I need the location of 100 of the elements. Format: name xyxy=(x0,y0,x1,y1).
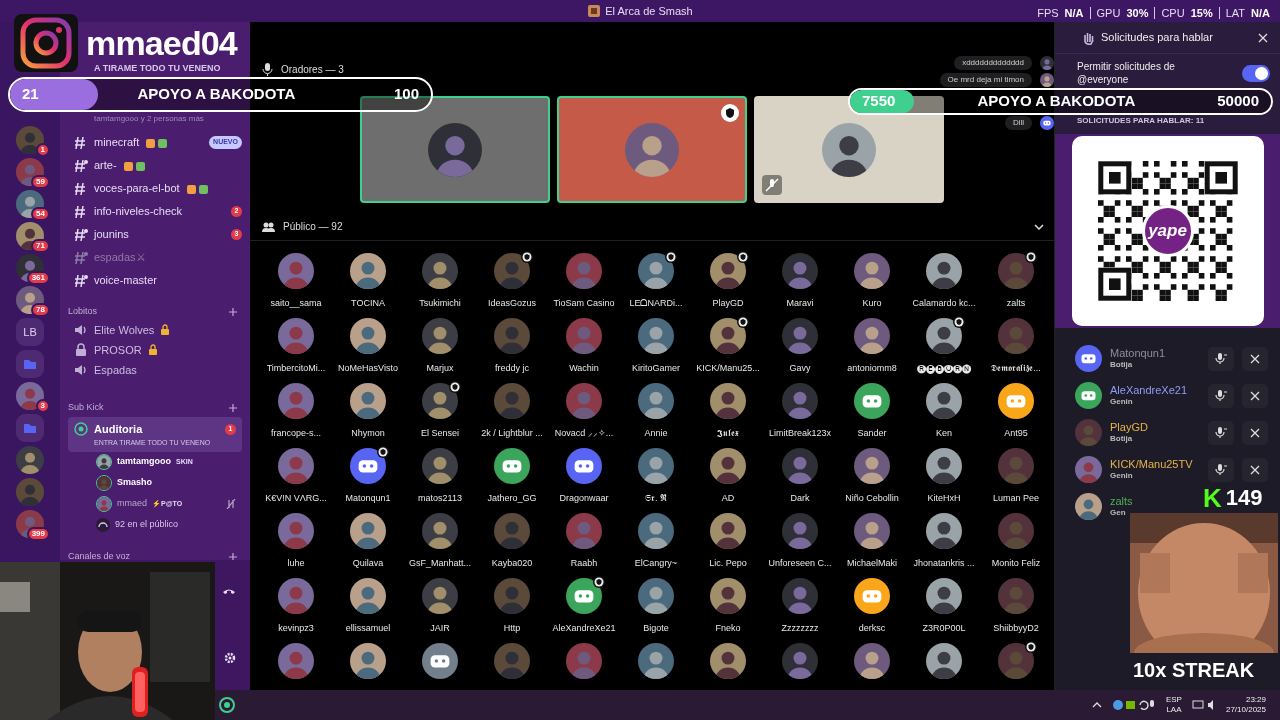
audience-member[interactable]: Fneko xyxy=(692,578,764,636)
audience-member[interactable]: Novacd ⸝⸝✧... xyxy=(548,383,620,441)
audience-member[interactable]: TimbercitoMi... xyxy=(260,318,332,376)
audience-member[interactable]: Monito Feliz xyxy=(980,513,1052,571)
audience-member[interactable]: Z3R0P00L xyxy=(908,578,980,636)
audience-member[interactable]: Wachin xyxy=(548,318,620,376)
channel-item[interactable]: voces-para-el-bot xyxy=(68,178,242,199)
audience-member[interactable]: Http xyxy=(476,578,548,636)
audience-member[interactable]: ellissamuel xyxy=(332,578,404,636)
audience-member[interactable]: Luman Pee xyxy=(980,448,1052,506)
invite-to-speak-button[interactable] xyxy=(1208,420,1234,445)
audience-member[interactable]: Annie xyxy=(620,383,692,441)
app-icon[interactable] xyxy=(219,697,235,713)
clock-time[interactable]: 23:29 xyxy=(1245,695,1266,705)
channel-item[interactable]: PROSOR xyxy=(68,341,242,359)
dismiss-button[interactable] xyxy=(1242,457,1268,482)
add-icon[interactable] xyxy=(228,307,238,317)
audience-member[interactable]: AD xyxy=(692,448,764,506)
audience-member[interactable]: Tsukimichi xyxy=(404,253,476,311)
audience-member[interactable]: 2k / Lightblur ... xyxy=(476,383,548,441)
toggle-switch[interactable] xyxy=(1242,64,1270,82)
audience-member[interactable]: Unforeseen C... xyxy=(764,513,836,571)
audience-member[interactable]: K€V!N VΛRG... xyxy=(260,448,332,506)
audience-member[interactable]: Zzzzzzzz xyxy=(764,578,836,636)
server-icon[interactable] xyxy=(16,446,44,474)
audience-member[interactable]: El Sensei xyxy=(404,383,476,441)
audience-member[interactable]: antoniomm8 xyxy=(836,318,908,376)
dismiss-button[interactable] xyxy=(1242,383,1268,408)
audience-member[interactable]: luhe xyxy=(260,513,332,571)
invite-to-speak-button[interactable] xyxy=(1208,457,1234,482)
audience-member[interactable]: saito__sama xyxy=(260,253,332,311)
audience-member[interactable]: Lic. Pepo xyxy=(692,513,764,571)
add-icon[interactable] xyxy=(228,403,238,413)
channel-item[interactable]: arte- xyxy=(68,155,242,176)
audience-member[interactable]: 𝕾𝖗. 𝕽 xyxy=(620,448,692,506)
audience-member[interactable]: Calamardo kc... xyxy=(908,253,980,311)
audience-member[interactable]: MichaelMaki xyxy=(836,513,908,571)
server-button[interactable]: LB xyxy=(16,318,44,346)
audience-member[interactable]: ElCangry~ xyxy=(620,513,692,571)
audience-member[interactable]: PlayGD xyxy=(692,253,764,311)
audience-member[interactable]: Kuro xyxy=(836,253,908,311)
audience-member[interactable]: Bigote xyxy=(620,578,692,636)
chevron-up-icon[interactable] xyxy=(1091,701,1102,709)
audience-member[interactable]: KiteHxH xyxy=(908,448,980,506)
audience-member[interactable]: LEᗝNARDi... xyxy=(620,253,692,311)
invite-to-speak-button[interactable] xyxy=(1208,383,1234,408)
clock-date[interactable]: 27/10/2025 xyxy=(1225,705,1266,715)
speaker-tile[interactable] xyxy=(557,96,747,203)
channel-item[interactable]: voice-master xyxy=(68,270,242,291)
audience-member[interactable]: NoMeHasVisto xyxy=(332,318,404,376)
request-row[interactable]: Matonqun1 Botija xyxy=(1055,340,1280,377)
close-icon[interactable] xyxy=(1258,32,1268,43)
chevron-down-icon[interactable] xyxy=(1034,223,1044,230)
audience-member[interactable]: GsF_Manhatt... xyxy=(404,513,476,571)
channel-item[interactable]: Espadas xyxy=(68,361,242,379)
settings-icon[interactable] xyxy=(224,652,236,664)
request-row[interactable]: AleXandreXe21 Genin xyxy=(1055,377,1280,414)
keyboard-layout-label[interactable]: LAA xyxy=(1166,705,1182,715)
audience-member[interactable]: ShiibbyyD2 xyxy=(980,578,1052,636)
audience-member[interactable]: Quilava xyxy=(332,513,404,571)
request-row[interactable]: PlayGD Botija xyxy=(1055,414,1280,451)
audience-member[interactable]: Gavy xyxy=(764,318,836,376)
audience-member[interactable]: TOCINA xyxy=(332,253,404,311)
audience-member[interactable]: Maravi xyxy=(764,253,836,311)
category-header[interactable]: Lobitos xyxy=(68,305,98,319)
audience-member[interactable]: derksc xyxy=(836,578,908,636)
channel-item[interactable]: Elite Wolves xyxy=(68,321,242,339)
audience-member[interactable]: IdeasGozus xyxy=(476,253,548,311)
dismiss-button[interactable] xyxy=(1242,346,1268,371)
speaker-tile[interactable] xyxy=(754,96,944,203)
audience-member[interactable]: Jathero_GG xyxy=(476,448,548,506)
audience-member[interactable]: zalts xyxy=(980,253,1052,311)
audience-member[interactable]: kevinpz3 xyxy=(260,578,332,636)
audience-member[interactable]: Ken xyxy=(908,383,980,441)
server-icon[interactable] xyxy=(16,190,44,218)
audience-member[interactable]: Dark xyxy=(764,448,836,506)
dismiss-button[interactable] xyxy=(1242,420,1268,445)
audience-member[interactable]: TioSam Casino xyxy=(548,253,620,311)
audience-member[interactable]: Raabh xyxy=(548,513,620,571)
audience-member[interactable]: matos2113 xyxy=(404,448,476,506)
category-header[interactable]: Sub Kick xyxy=(68,401,104,415)
invite-to-speak-button[interactable] xyxy=(1208,346,1234,371)
voice-member[interactable]: Smasho xyxy=(60,472,250,494)
audience-member[interactable]: Dragonwaar xyxy=(548,448,620,506)
audience-member[interactable]: Ant95 xyxy=(980,383,1052,441)
audience-member[interactable]: freddy jc xyxy=(476,318,548,376)
audience-member[interactable]: AleXandreXe21 xyxy=(548,578,620,636)
audience-member[interactable]: KiritoGamer xyxy=(620,318,692,376)
audience-member[interactable]: Matonqun1 xyxy=(332,448,404,506)
server-icon[interactable] xyxy=(16,286,44,314)
audience-member[interactable]: Jhonatankris ... xyxy=(908,513,980,571)
audience-member[interactable]: Marjux xyxy=(404,318,476,376)
language-label[interactable]: ESP xyxy=(1165,695,1182,705)
audience-member[interactable]: Niño Cebollin xyxy=(836,448,908,506)
audience-member[interactable]: 𝕵𝖚𝖑𝖊𝖝 xyxy=(692,383,764,441)
audience-member[interactable]: LimitBreak123x xyxy=(764,383,836,441)
audience-member[interactable]: 𝕯𝖊𝖒𝖔𝖗𝖆𝖑𝖎𝖟𝖊... xyxy=(980,318,1052,376)
network-volume-icons-drawing[interactable] xyxy=(1191,699,1216,711)
folder-icon[interactable] xyxy=(16,350,44,378)
audience-member[interactable]: Nhymon xyxy=(332,383,404,441)
